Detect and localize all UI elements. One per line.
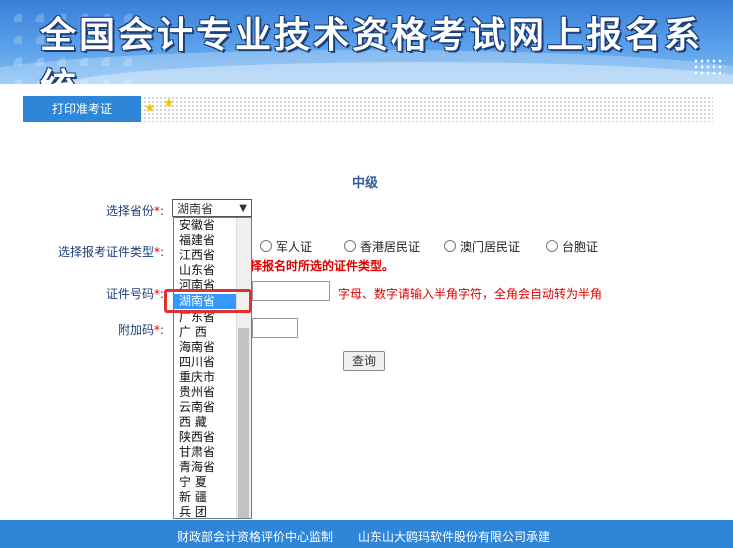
doc-type-hint: 择报名时所选的证件类型。 (250, 259, 395, 273)
province-option[interactable]: 云南省 (174, 400, 236, 415)
province-option[interactable]: 兵 团 (174, 505, 236, 518)
province-option[interactable]: 宁 夏 (174, 475, 236, 490)
selection-highlight-box (164, 289, 252, 313)
province-option[interactable]: 陕西省 (174, 430, 236, 445)
province-option[interactable]: 重庆市 (174, 370, 236, 385)
footer: 财政部会计资格评价中心监制 山东山大鸥玛软件股份有限公司承建 (0, 520, 733, 548)
province-label: 选择省份*: (106, 204, 165, 218)
province-option[interactable]: 福建省 (174, 233, 236, 248)
exam-level-title: 中级 (352, 176, 379, 191)
radio-macau-id[interactable]: 澳门居民证 (444, 238, 520, 255)
footer-developer: 山东山大鸥玛软件股份有限公司承建 (358, 530, 551, 544)
scrollbar-thumb[interactable] (238, 328, 249, 518)
province-option[interactable]: 安徽省 (174, 218, 236, 233)
radio-label: 台胞证 (562, 240, 599, 254)
dropdown-scrollbar[interactable] (236, 218, 251, 518)
radio-label: 香港居民证 (360, 240, 421, 254)
id-number-label-text: 证件号码 (106, 287, 155, 301)
star-icon: ★ (144, 101, 156, 116)
province-select[interactable]: 湖南省 ▼ (172, 199, 252, 217)
radio-military-id[interactable]: 军人证 (260, 238, 312, 255)
query-button[interactable]: 查询 (343, 351, 385, 371)
province-dropdown-list[interactable]: 安徽省 福建省 江西省 山东省 河南省 湖南省 广东省 广 西 海南省 四川省 … (173, 217, 252, 519)
dropdown-arrow-icon[interactable]: ▼ (239, 200, 247, 218)
province-option[interactable]: 青海省 (174, 460, 236, 475)
province-option[interactable]: 广 西 (174, 325, 236, 340)
province-label-text: 选择省份 (106, 204, 155, 218)
radio-taiwan-id[interactable]: 台胞证 (546, 238, 598, 255)
id-number-input[interactable] (252, 281, 330, 301)
province-option[interactable]: 山东省 (174, 263, 236, 278)
radio-label: 军人证 (276, 240, 313, 254)
extra-code-label-text: 附加码 (118, 323, 155, 337)
site-title: 全国会计专业技术资格考试网上报名系统 (40, 14, 704, 84)
province-option[interactable]: 新 疆 (174, 490, 236, 505)
doc-type-label-text: 选择报考证件类型 (58, 245, 155, 259)
star-icon: ★ (163, 96, 175, 111)
required-mark: * (154, 245, 161, 259)
radio-circle[interactable] (260, 240, 272, 252)
province-option[interactable]: 西 藏 (174, 415, 236, 430)
required-mark: * (154, 323, 161, 337)
radio-circle[interactable] (546, 240, 558, 252)
tab-print-admission-ticket[interactable]: 打印准考证 (23, 96, 141, 122)
province-option[interactable]: 四川省 (174, 355, 236, 370)
extra-code-input[interactable] (252, 318, 298, 338)
id-number-label: 证件号码*: (106, 287, 165, 301)
province-option[interactable]: 甘肃省 (174, 445, 236, 460)
radio-circle[interactable] (344, 240, 356, 252)
doc-type-label: 选择报考证件类型*: (58, 245, 165, 259)
radio-label: 澳门居民证 (460, 240, 521, 254)
radio-hongkong-id[interactable]: 香港居民证 (344, 238, 420, 255)
province-option[interactable]: 贵州省 (174, 385, 236, 400)
province-option[interactable]: 江西省 (174, 248, 236, 263)
required-mark: * (154, 204, 161, 218)
radio-circle[interactable] (444, 240, 456, 252)
province-option[interactable]: 海南省 (174, 340, 236, 355)
id-number-hint: 字母、数字请输入半角字符，全角会自动转为半角 (338, 287, 603, 301)
footer-supervisor: 财政部会计资格评价中心监制 (177, 530, 334, 544)
required-mark: * (154, 287, 161, 301)
site-banner: 全国会计专业技术资格考试网上报名系统 (0, 0, 733, 84)
province-select-value: 湖南省 (177, 202, 214, 216)
extra-code-label: 附加码*: (118, 323, 165, 337)
